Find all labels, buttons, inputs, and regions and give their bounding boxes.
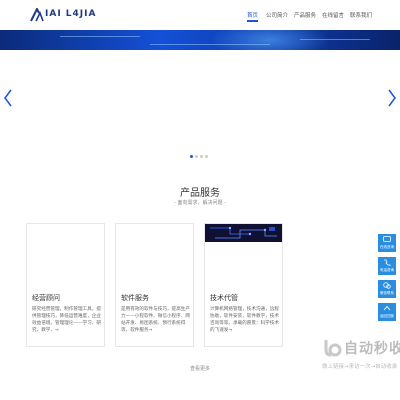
carousel-dot[interactable]	[200, 155, 203, 158]
logo[interactable]: IAI L4JIA	[30, 6, 95, 24]
watermark-title: 自动秒收录	[344, 341, 400, 357]
banner-line	[60, 36, 140, 37]
watermark: 自动秒收录 做上链接→来访一次→自动收录	[322, 336, 400, 372]
card-tech-image	[205, 224, 282, 242]
nav-products[interactable]: 产品服务	[294, 11, 316, 19]
phone-icon	[384, 259, 391, 266]
card-description: 计算机网络管理，技术沟通，远程协助，软件安装，软件教学，技术咨询等等。承载的愿景…	[210, 307, 279, 333]
side-button-label: 微信联系	[380, 291, 394, 295]
nav-contact[interactable]: 联系我们	[350, 11, 372, 19]
card-title: 软件服务	[121, 294, 149, 302]
card-description: 是用有效的软件与技巧，提高生产力——小程软件、微信小程序、网站开发、易团系统、预…	[121, 307, 190, 333]
phone-consult-button[interactable]: 电话咨询	[378, 257, 396, 275]
side-button-label: 返回顶部	[380, 314, 394, 318]
logo-text: IAI L4JIA	[45, 9, 97, 19]
carousel-dot[interactable]	[205, 155, 208, 158]
side-button-label: 在线咨询	[380, 245, 394, 249]
product-card-software[interactable]: 软件服务 是用有效的软件与技巧，提高生产力——小程软件、微信小程序、网站开发、易…	[115, 223, 194, 347]
nav-home[interactable]: 首页	[247, 11, 259, 22]
header: IAI L4JIA 首页 公司简介 产品服务 在线留言 联系我们	[0, 0, 400, 30]
carousel-next-arrow-icon[interactable]	[387, 88, 397, 108]
banner-image	[0, 30, 400, 50]
section-subtitle: - 面向需求，解决问题 -	[174, 200, 226, 206]
circuit-board-icon	[205, 224, 282, 242]
banner-glow	[210, 30, 330, 50]
nav-about[interactable]: 公司简介	[266, 11, 288, 19]
nav-message[interactable]: 在线留言	[322, 11, 344, 19]
back-to-top-button[interactable]: 返回顶部	[378, 303, 396, 321]
wechat-icon	[383, 282, 391, 289]
carousel-dot[interactable]	[195, 155, 198, 158]
product-card-tech-hosting[interactable]: 技术代管 计算机网络管理，技术沟通，远程协助，软件安装，软件教学，技术咨询等等。…	[204, 223, 283, 347]
carousel-prev-arrow-icon[interactable]	[3, 88, 13, 108]
watermark-logo-icon	[324, 340, 342, 357]
card-title: 技术代管	[210, 294, 238, 302]
online-consult-button[interactable]: 在线咨询	[378, 234, 396, 252]
chat-icon	[383, 236, 391, 242]
watermark-subtitle: 做上链接→来访一次→自动收录	[322, 364, 398, 370]
banner-line	[300, 39, 370, 40]
logo-mark-icon	[30, 8, 44, 22]
section-title: 产品服务	[180, 188, 220, 199]
side-button-label: 电话咨询	[380, 268, 394, 272]
banner-line	[150, 44, 270, 45]
card-title: 经营顾问	[32, 294, 60, 302]
arrow-up-icon	[383, 305, 391, 311]
product-card-consulting[interactable]: 经营顾问 研究经营管理，制作管理工具，提供管理技巧，降低运营难度，企业效益倍增。…	[26, 223, 105, 347]
carousel-dot[interactable]	[190, 155, 193, 158]
wechat-button[interactable]: 微信联系	[378, 280, 396, 298]
card-description: 研究经营管理，制作管理工具，提供管理技巧，降低运营难度，企业效益倍增。管理理论—…	[32, 307, 101, 333]
